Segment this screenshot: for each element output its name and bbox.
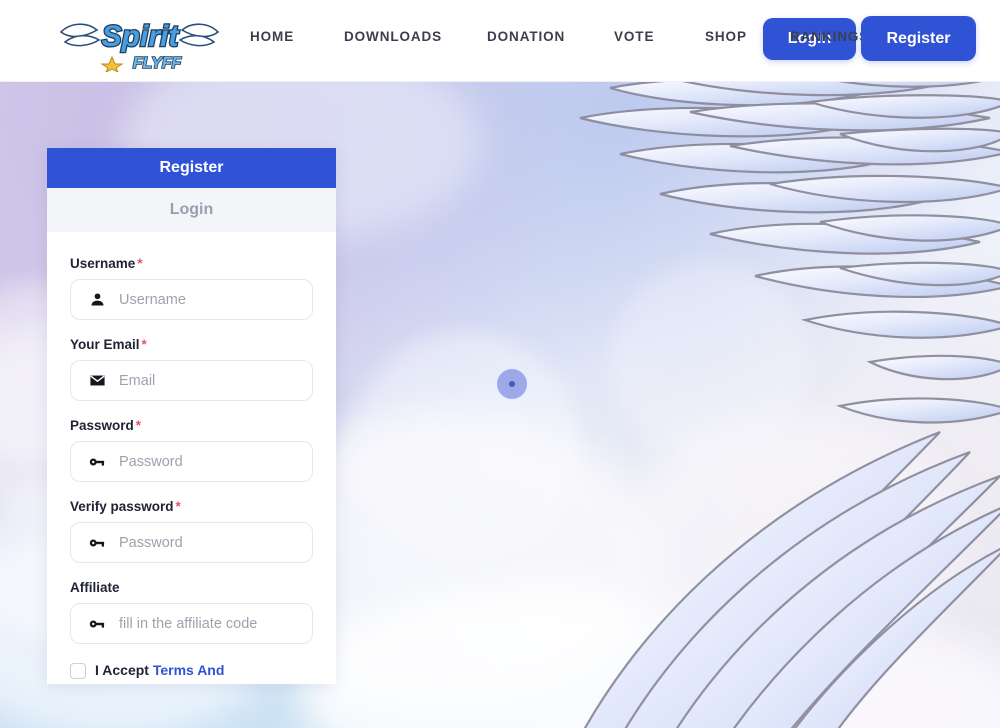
envelope-icon: [86, 370, 108, 392]
verify-password-input[interactable]: [119, 534, 302, 551]
label-affiliate: Affiliate: [70, 580, 313, 595]
key-icon: [86, 532, 108, 554]
logo-word-main: Spirit: [102, 20, 181, 53]
required-marker: *: [175, 499, 181, 514]
field-email: Your Email *: [70, 337, 313, 401]
label-verify-password-text: Verify password: [70, 499, 174, 514]
spirit-flyff-logo[interactable]: Spirit FLYFF: [57, 10, 222, 72]
tab-register[interactable]: Register: [47, 148, 336, 188]
logo-word-sub: FLYFF: [133, 55, 183, 72]
label-password: Password *: [70, 418, 313, 433]
terms-label: I Accept Terms And: [95, 661, 224, 680]
label-affiliate-text: Affiliate: [70, 580, 120, 595]
field-affiliate: Affiliate: [70, 580, 313, 644]
terms-checkbox[interactable]: [70, 663, 86, 679]
star-icon: [100, 55, 124, 72]
tab-login[interactable]: Login: [47, 188, 336, 232]
terms-link[interactable]: Terms And: [153, 662, 225, 678]
person-icon: [86, 289, 108, 311]
email-input[interactable]: [119, 372, 302, 389]
nav-link-downloads[interactable]: DOWNLOADS: [344, 29, 442, 44]
angel-wing-illustration: [579, 82, 1000, 728]
email-input-wrap[interactable]: [70, 360, 313, 401]
nav-link-home[interactable]: HOME: [250, 29, 294, 44]
register-form: Username* Your Email*: [47, 232, 336, 684]
username-input-wrap[interactable]: [70, 279, 313, 320]
label-email-text: Your Email: [70, 337, 140, 352]
key-icon: [86, 451, 108, 473]
label-username-text: Username: [70, 256, 136, 271]
verify-password-input-wrap[interactable]: [70, 522, 313, 563]
field-username: Username *: [70, 256, 313, 320]
page-root: Spirit FLYFF HOME DOWNLOADS DONATION VOT…: [0, 0, 1000, 728]
label-verify-password: Verify password *: [70, 499, 313, 514]
username-input[interactable]: [119, 291, 302, 308]
nav-link-shop[interactable]: SHOP: [705, 29, 747, 44]
affiliate-input-wrap[interactable]: [70, 603, 313, 644]
auth-card: Register Login Username * Username Your …: [47, 148, 336, 684]
password-input-wrap[interactable]: [70, 441, 313, 482]
label-username: Username *: [70, 256, 313, 271]
password-input[interactable]: [119, 453, 302, 470]
nav-link-donation[interactable]: DONATION: [487, 29, 565, 44]
required-marker: *: [135, 418, 142, 433]
nav-link-rankings-label: RANKINGS: [790, 29, 870, 44]
required-marker: *: [137, 256, 143, 271]
register-button[interactable]: Register: [861, 16, 976, 61]
top-navbar: Spirit FLYFF HOME DOWNLOADS DONATION VOT…: [0, 0, 1000, 82]
field-password: Password *: [70, 418, 313, 482]
label-email: Your Email *: [70, 337, 313, 352]
nav-link-vote[interactable]: VOTE: [614, 29, 654, 44]
affiliate-input[interactable]: [119, 615, 302, 632]
key-icon: [86, 613, 108, 635]
required-marker: *: [141, 337, 147, 352]
label-password-text: Password: [70, 418, 134, 433]
field-verify-password: Verify password *: [70, 499, 313, 563]
terms-row: I Accept Terms And: [70, 661, 313, 684]
terms-prefix: I Accept: [95, 662, 153, 678]
